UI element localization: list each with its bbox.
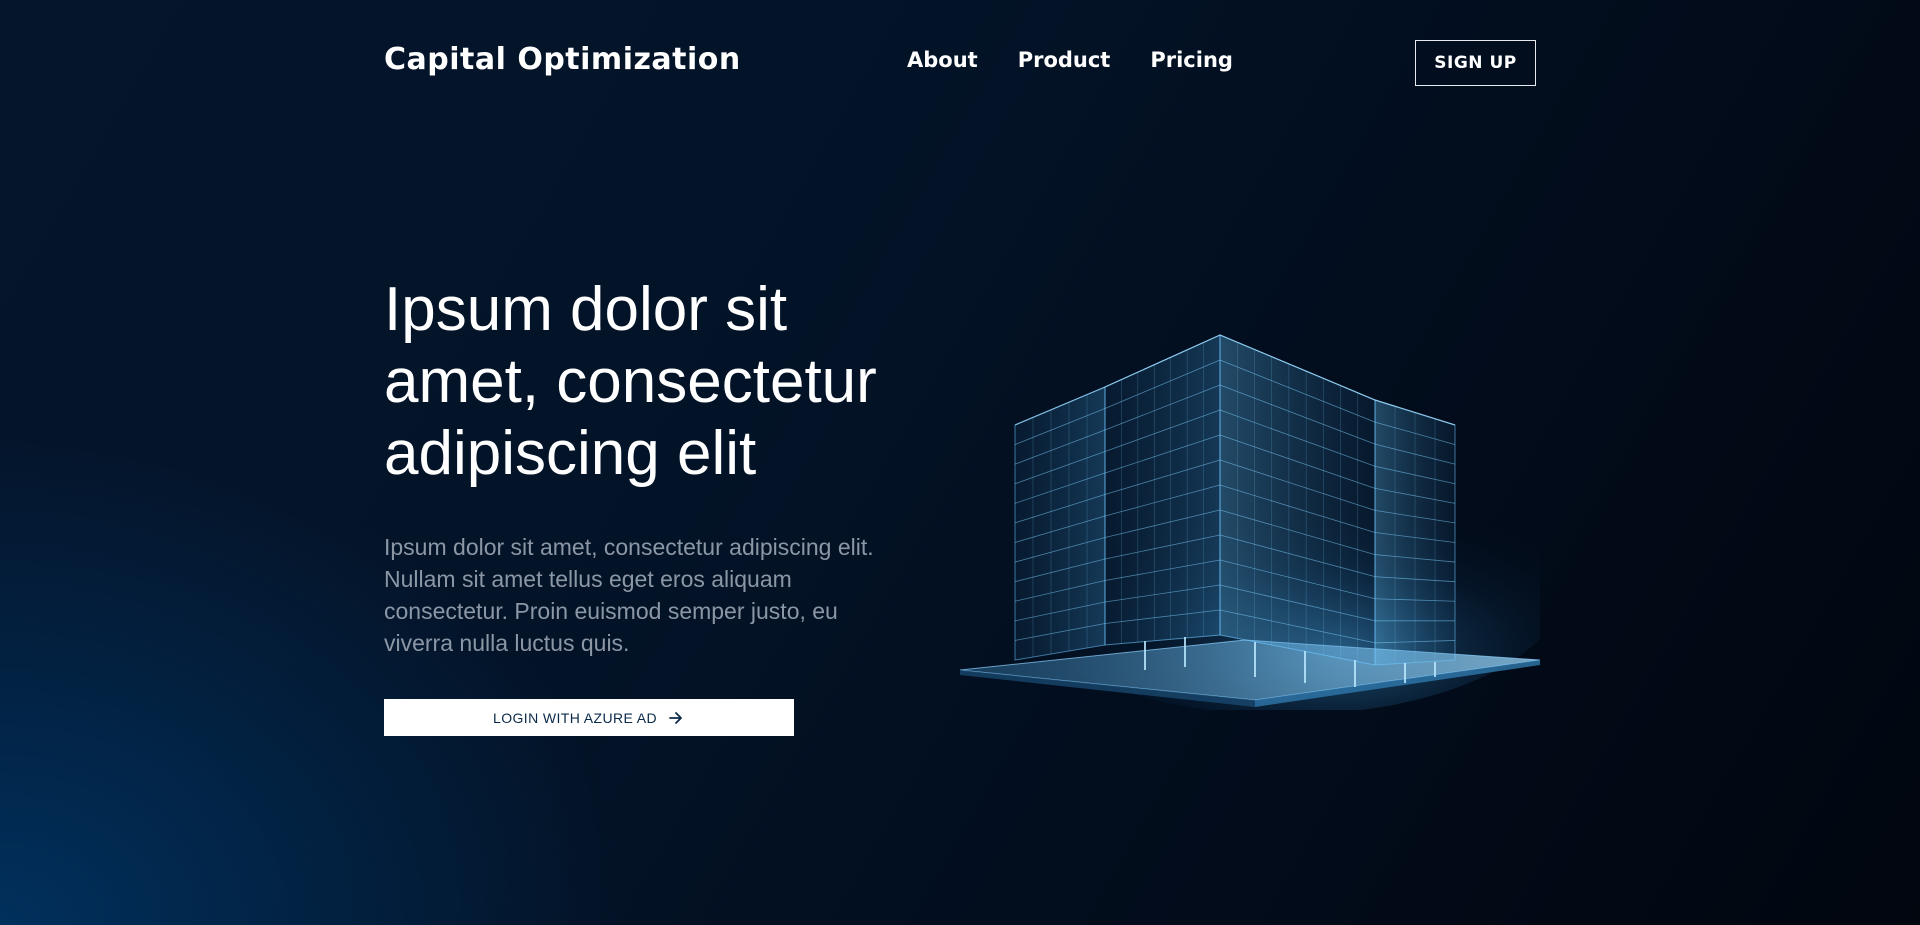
site-header: Capital Optimization About Product Prici… bbox=[0, 0, 1920, 125]
brand-logo[interactable]: Capital Optimization bbox=[384, 42, 741, 77]
main-nav: About Product Pricing bbox=[907, 48, 1233, 72]
sign-up-button[interactable]: SIGN UP bbox=[1415, 40, 1536, 86]
login-button-label: LOGIN WITH AZURE AD bbox=[493, 709, 657, 726]
login-azure-button[interactable]: LOGIN WITH AZURE AD bbox=[384, 699, 794, 736]
hero-title: Ipsum dolor sit amet, consectetur adipis… bbox=[384, 275, 877, 488]
nav-link-pricing[interactable]: Pricing bbox=[1150, 48, 1233, 72]
arrow-right-icon bbox=[667, 709, 685, 727]
hero-description: Ipsum dolor sit amet, consectetur adipis… bbox=[384, 534, 874, 656]
nav-link-product[interactable]: Product bbox=[1018, 48, 1111, 72]
nav-link-about[interactable]: About bbox=[907, 48, 978, 72]
wireframe-building-illustration bbox=[959, 334, 1540, 710]
